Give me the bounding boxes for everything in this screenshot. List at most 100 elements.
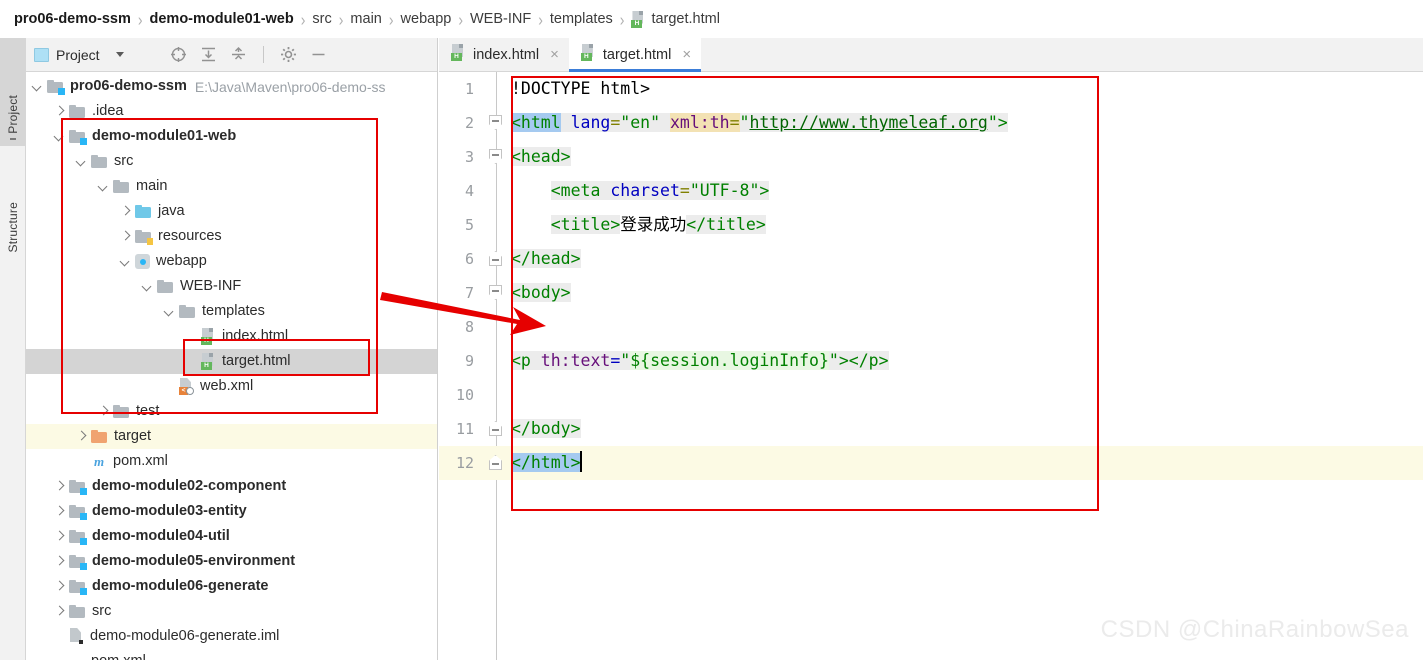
tool-tab-structure[interactable]: Structure xyxy=(0,148,26,264)
tool-tab-label: Structure xyxy=(6,201,20,253)
tree-row-demo-module03-entity[interactable]: demo-module03-entity xyxy=(26,499,437,524)
tree-row-root-src[interactable]: src xyxy=(26,599,437,624)
chevron-down-icon[interactable] xyxy=(98,181,109,192)
code-line[interactable]: 5 <title>登录成功</title> xyxy=(439,208,1423,242)
fold-collapse-icon[interactable] xyxy=(489,149,502,164)
breadcrumb-item-webinf[interactable]: WEB-INF xyxy=(470,11,531,27)
tree-row-target-folder[interactable]: target xyxy=(26,424,437,449)
chevron-right-icon[interactable] xyxy=(76,431,87,442)
fold-column xyxy=(483,446,509,480)
expand-all-icon[interactable] xyxy=(200,46,217,63)
close-icon[interactable]: × xyxy=(550,47,559,62)
chevron-right-icon[interactable] xyxy=(54,556,65,567)
breadcrumb-item-src[interactable]: src xyxy=(312,11,331,27)
tool-tab-project[interactable]: Project xyxy=(0,38,26,146)
code-line[interactable]: 9 <p th:text="${session.loginInfo}"></p> xyxy=(439,344,1423,378)
code-line[interactable]: 8 xyxy=(439,310,1423,344)
fold-end-icon[interactable] xyxy=(489,455,502,470)
tree-row-demo-module06-generate[interactable]: demo-module06-generate xyxy=(26,574,437,599)
token-title-close: </title> xyxy=(686,215,766,234)
chevron-right-icon[interactable] xyxy=(54,106,65,117)
token-title-text: 登录成功 xyxy=(620,215,687,234)
folder-icon xyxy=(91,154,108,169)
token-thymeleaf-url[interactable]: http://www.thymeleaf.org xyxy=(749,113,988,132)
chevron-down-icon[interactable] xyxy=(142,281,153,292)
close-icon[interactable]: × xyxy=(682,47,691,62)
token-thtext-attr: th:text xyxy=(530,351,611,370)
module-folder-icon xyxy=(47,79,65,95)
chevron-right-icon[interactable] xyxy=(54,606,65,617)
tree-row-demo-module01-web[interactable]: demo-module01-web xyxy=(26,124,437,149)
code-line[interactable]: 11 </body> xyxy=(439,412,1423,446)
chevron-right-icon[interactable] xyxy=(54,481,65,492)
tree-row-webapp[interactable]: webapp xyxy=(26,249,437,274)
code-line[interactable]: 6 </head> xyxy=(439,242,1423,276)
chevron-down-icon[interactable] xyxy=(164,306,175,317)
fold-collapse-icon[interactable] xyxy=(489,115,502,130)
chevron-right-icon[interactable] xyxy=(98,406,109,417)
code-line[interactable]: 3 <head> xyxy=(439,140,1423,174)
chevron-down-icon[interactable] xyxy=(54,131,65,142)
breadcrumb-item-templates[interactable]: templates xyxy=(550,11,613,27)
tree-row-templates[interactable]: templates xyxy=(26,299,437,324)
code-line-active[interactable]: 12 </html> xyxy=(439,446,1423,480)
breadcrumb-item-file[interactable]: H target.html xyxy=(631,10,720,28)
editor-tab-index-html[interactable]: H index.html × xyxy=(439,38,569,71)
chevron-down-icon[interactable] xyxy=(120,256,131,267)
fold-collapse-icon[interactable] xyxy=(489,285,502,300)
tree-row-java[interactable]: java xyxy=(26,199,437,224)
hide-window-icon[interactable] xyxy=(310,46,327,63)
breadcrumb-item-module[interactable]: demo-module01-web xyxy=(150,11,294,27)
tree-row-demo-module05-environment[interactable]: demo-module05-environment xyxy=(26,549,437,574)
fold-end-icon[interactable] xyxy=(489,421,502,436)
code-line[interactable]: 7 <body> xyxy=(439,276,1423,310)
tree-row-demo-module04-util[interactable]: demo-module04-util xyxy=(26,524,437,549)
fold-column xyxy=(483,412,509,446)
tree-row-label: pom.xml xyxy=(113,453,168,469)
chevron-right-icon[interactable] xyxy=(54,506,65,517)
code-line[interactable]: 2 <html lang="en" xml:th="http://www.thy… xyxy=(439,106,1423,140)
project-view-selector[interactable]: Project xyxy=(34,47,124,63)
tree-row-root-pom-xml[interactable]: m pom.xml xyxy=(26,649,437,660)
webapp-folder-icon xyxy=(135,254,150,269)
tree-row-resources[interactable]: resources xyxy=(26,224,437,249)
tree-row-web-xml[interactable]: < web.xml xyxy=(26,374,437,399)
code-line[interactable]: 1 !DOCTYPE html> xyxy=(439,72,1423,106)
breadcrumb-item-webapp[interactable]: webapp xyxy=(401,11,452,27)
code-line[interactable]: 10 xyxy=(439,378,1423,412)
gear-icon[interactable] xyxy=(280,46,297,63)
token-p-close: </p> xyxy=(848,351,889,370)
breadcrumb-item-project[interactable]: pro06-demo-ssm xyxy=(14,11,131,27)
chevron-right-icon[interactable] xyxy=(54,531,65,542)
code-editor[interactable]: 1 !DOCTYPE html> 2 <html lang="en" xml:t… xyxy=(439,72,1423,660)
tree-row-main[interactable]: main xyxy=(26,174,437,199)
tree-row-web-inf[interactable]: WEB-INF xyxy=(26,274,437,299)
tree-row-idea[interactable]: .idea xyxy=(26,99,437,124)
tree-row-index-html[interactable]: H index.html xyxy=(26,324,437,349)
tree-row-module-pom-xml[interactable]: m pom.xml xyxy=(26,449,437,474)
tree-row-demo-module02-component[interactable]: demo-module02-component xyxy=(26,474,437,499)
breadcrumb-label: demo-module01-web xyxy=(149,11,294,27)
tree-row-target-html[interactable]: H target.html xyxy=(26,349,437,374)
tree-row-src[interactable]: src xyxy=(26,149,437,174)
editor-tab-target-html[interactable]: H target.html × xyxy=(568,38,702,72)
code-line[interactable]: 4 <meta charset="UTF-8"> xyxy=(439,174,1423,208)
breadcrumb-item-main[interactable]: main xyxy=(350,11,381,27)
chevron-right-icon[interactable] xyxy=(120,231,131,242)
project-tool-window: Project pro06-demo-ssm E:\Java\Maven\pro… xyxy=(26,38,438,660)
tree-row-project-root[interactable]: pro06-demo-ssm E:\Java\Maven\pro06-demo-… xyxy=(26,74,437,99)
chevron-down-icon[interactable] xyxy=(76,156,87,167)
locate-in-tree-icon[interactable] xyxy=(170,46,187,63)
chevron-down-icon[interactable] xyxy=(32,81,43,92)
collapse-all-icon[interactable] xyxy=(230,46,247,63)
tree-row-test[interactable]: test xyxy=(26,399,437,424)
module-folder-icon xyxy=(69,129,87,145)
chevron-right-icon[interactable] xyxy=(120,206,131,217)
chevron-right-icon[interactable] xyxy=(54,581,65,592)
project-tree[interactable]: pro06-demo-ssm E:\Java\Maven\pro06-demo-… xyxy=(26,72,437,660)
token-head-tag: <head> xyxy=(511,147,571,166)
token-quote: " xyxy=(620,351,631,370)
fold-end-icon[interactable] xyxy=(489,251,502,266)
tree-row-label: web.xml xyxy=(200,378,254,394)
tree-row-iml-file[interactable]: demo-module06-generate.iml xyxy=(26,624,437,649)
